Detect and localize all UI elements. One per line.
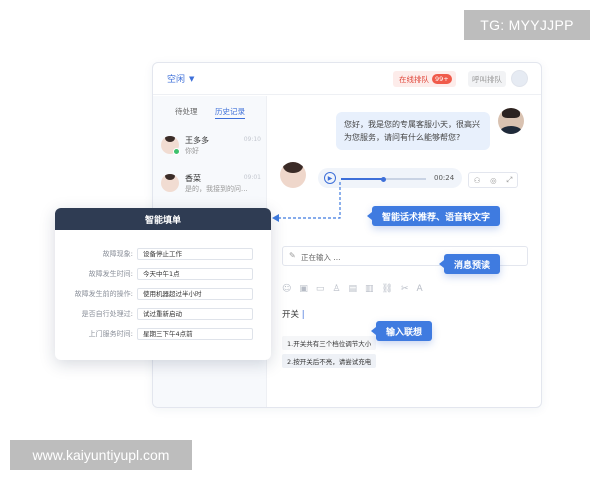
agent-status-dropdown[interactable]: 空闲 ▼ bbox=[167, 72, 195, 86]
agent-message-bubble: 您好，我是您的专属客服小天，很高兴为您服务，请问有什么能够帮您? bbox=[336, 112, 490, 150]
conversation-name: 王多多 bbox=[185, 136, 209, 145]
form-label: 故障发生时间: bbox=[88, 270, 133, 278]
agent-suit bbox=[500, 126, 522, 134]
form-value[interactable]: 今天中午1点 bbox=[137, 268, 253, 280]
watermark-top: TG: MYYJJPP bbox=[464, 10, 590, 40]
folder-icon[interactable]: ▭ bbox=[316, 284, 325, 296]
conversation-item[interactable]: 王多多 你好 09:10 bbox=[161, 134, 261, 166]
conversation-time: 09:10 bbox=[243, 136, 261, 143]
document-icon[interactable]: ▤ bbox=[349, 284, 358, 296]
typing-status: 正在输入 ... bbox=[301, 253, 341, 262]
watermark-bottom: www.kaiyuntiyupl.com bbox=[10, 440, 192, 470]
form-label: 上门服务时间: bbox=[88, 330, 133, 338]
voice-progress-track[interactable] bbox=[341, 176, 426, 182]
smart-form-title: 智能填单 bbox=[55, 208, 271, 230]
avatar bbox=[161, 174, 179, 192]
chevron-down-icon: ▼ bbox=[189, 74, 195, 83]
robot-icon[interactable]: ⚇ bbox=[474, 176, 481, 185]
form-value[interactable]: 星期三下午4点前 bbox=[137, 328, 253, 340]
form-value[interactable]: 试过重新启动 bbox=[137, 308, 253, 320]
tab-pending[interactable]: 待处理 bbox=[175, 106, 198, 117]
form-label: 故障现象: bbox=[102, 250, 133, 258]
scissors-icon[interactable]: ✂ bbox=[401, 284, 409, 296]
form-row: 是否自行处理过: 试过重新启动 bbox=[55, 308, 271, 320]
link-icon[interactable]: ⛓ bbox=[382, 284, 393, 296]
convert-text-icon[interactable]: ◎ bbox=[490, 176, 497, 185]
conversation-preview: 是的，我接到的问... bbox=[185, 185, 248, 193]
form-row: 故障现象: 设备停止工作 bbox=[55, 248, 271, 260]
form-row: 故障发生时间: 今天中午1点 bbox=[55, 268, 271, 280]
voice-progress-handle[interactable] bbox=[381, 176, 386, 182]
voice-duration: 00:24 bbox=[434, 174, 455, 182]
suggestion-item[interactable]: 1.开关共有三个档位调节大小 bbox=[282, 336, 377, 350]
expand-icon[interactable]: ⤢ bbox=[506, 175, 512, 185]
clipboard-icon[interactable]: ▥ bbox=[365, 284, 374, 296]
compose-text: 开关 bbox=[282, 310, 300, 320]
callout-speech: 智能话术推荐、语音转文字 bbox=[366, 206, 501, 226]
top-bar: 空闲 ▼ 在线排队 99+ 呼叫排队 bbox=[153, 63, 541, 95]
voice-tools: ⚇ ◎ ⤢ bbox=[468, 172, 518, 188]
callout-preview: 消息预读 bbox=[438, 254, 501, 274]
online-queue-button[interactable]: 在线排队 99+ bbox=[393, 71, 456, 87]
smart-form-card: 智能填单 故障现象: 设备停止工作 故障发生时间: 今天中午1点 故障发生前的操… bbox=[55, 208, 271, 360]
compose-toolbar: ☺ ▣ ▭ ♙ ▤ ▥ ⛓ ✂ A bbox=[282, 284, 462, 296]
conversation-time: 09:01 bbox=[243, 174, 261, 181]
text-cursor: | bbox=[299, 310, 305, 320]
form-value[interactable]: 设备停止工作 bbox=[137, 248, 253, 260]
form-row: 上门服务时间: 星期三下午4点前 bbox=[55, 328, 271, 340]
queue-count-badge: 99+ bbox=[432, 74, 452, 84]
online-status-dot bbox=[173, 148, 180, 155]
form-label: 故障发生前的操作: bbox=[74, 290, 133, 298]
suggestion-item[interactable]: 2.按开关后不亮，请尝试充电 bbox=[282, 354, 377, 368]
form-label: 是否自行处理过: bbox=[81, 310, 133, 318]
chat-panel: 您好，我是您的专属客服小天，很高兴为您服务，请问有什么能够帮您? ▶ 00:24… bbox=[268, 96, 541, 407]
user-avatar[interactable] bbox=[511, 70, 528, 87]
callout-association: 输入联想 bbox=[370, 321, 433, 341]
font-icon[interactable]: A bbox=[417, 284, 423, 296]
tab-history[interactable]: 历史记录 bbox=[215, 106, 245, 119]
agent-status-label: 空闲 bbox=[167, 75, 186, 85]
call-queue-button[interactable]: 呼叫排队 bbox=[468, 71, 506, 87]
pen-icon: ✎ bbox=[289, 251, 296, 260]
connector-line bbox=[272, 182, 341, 222]
contact-icon[interactable]: ♙ bbox=[332, 284, 340, 296]
form-value[interactable]: 使用机器超过半小时 bbox=[137, 288, 253, 300]
conversation-name: 香菜 bbox=[185, 174, 201, 183]
emoji-icon[interactable]: ☺ bbox=[282, 284, 291, 296]
conversation-item[interactable]: 香菜 是的，我接到的问... 09:01 bbox=[161, 172, 261, 204]
compose-input[interactable]: 开关 | bbox=[282, 308, 305, 320]
online-queue-label: 在线排队 bbox=[399, 74, 429, 84]
image-icon[interactable]: ▣ bbox=[299, 284, 308, 296]
agent-hair bbox=[502, 108, 520, 118]
agent-avatar bbox=[498, 108, 524, 134]
form-row: 故障发生前的操作: 使用机器超过半小时 bbox=[55, 288, 271, 300]
conversation-preview: 你好 bbox=[185, 147, 199, 155]
